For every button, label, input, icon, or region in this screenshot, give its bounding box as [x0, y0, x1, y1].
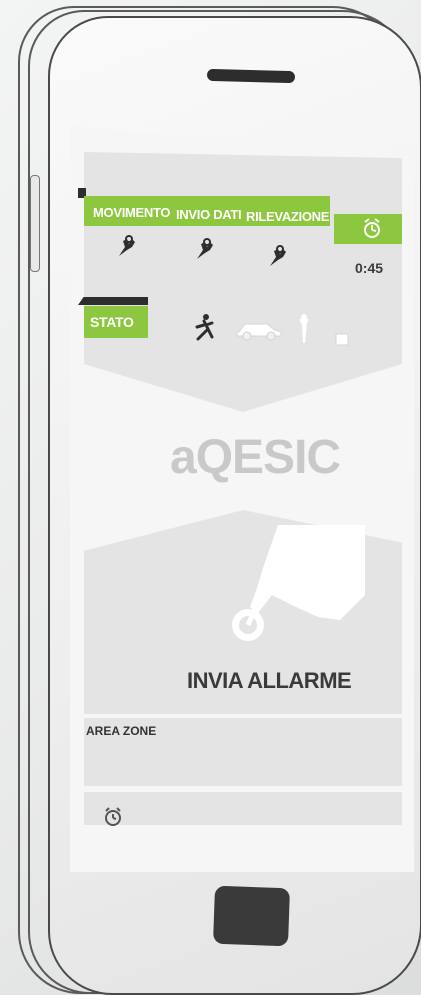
car-icon — [236, 323, 282, 341]
area-zone-label: AREA ZONE — [86, 724, 157, 738]
alarm-panel[interactable] — [84, 792, 402, 825]
invia-allarme-label: INVIA ALLARME — [187, 668, 352, 693]
timer-value: 0:45 — [355, 260, 384, 276]
ok-hand-icon — [197, 238, 213, 259]
alarm-clock-icon[interactable] — [102, 806, 124, 828]
ok-hand-icon — [270, 245, 286, 266]
app-logo: aQESIC — [170, 431, 341, 484]
tab-rilevazione[interactable]: RILEVAZIONE — [240, 203, 335, 230]
pointing-hand-icon — [232, 525, 365, 641]
running-person-icon — [195, 314, 214, 341]
box-icon — [335, 333, 349, 346]
stato-label: STATO — [84, 306, 148, 338]
timer-badge[interactable] — [334, 214, 402, 244]
alarm-clock-icon — [364, 218, 380, 238]
side-button[interactable] — [30, 175, 40, 272]
stato-shadow — [78, 297, 148, 305]
standing-person-icon — [299, 314, 309, 343]
tab-movimento[interactable]: MOVIMENTO — [87, 199, 176, 226]
ok-hand-icon — [119, 235, 135, 256]
home-button[interactable] — [213, 885, 290, 947]
phone-speaker — [206, 68, 296, 84]
tab-invio-dati[interactable]: INVIO DATI — [170, 201, 247, 228]
